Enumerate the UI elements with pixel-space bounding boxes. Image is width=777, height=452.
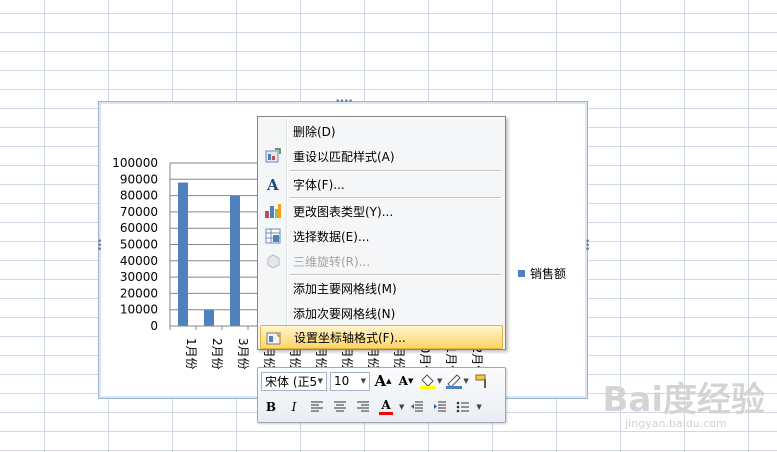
bold-button[interactable]: B: [261, 397, 281, 417]
bar[interactable]: [178, 182, 188, 326]
menu-item-delete[interactable]: 删除(D): [260, 119, 503, 143]
font-icon: A: [261, 174, 285, 194]
chevron-down-icon[interactable]: ▼: [399, 403, 404, 411]
grow-font-button[interactable]: A ▲: [373, 371, 393, 391]
reset-style-icon: [261, 146, 285, 166]
chevron-down-icon: ▼: [317, 377, 323, 385]
chevron-down-icon: ▼: [463, 377, 469, 385]
chevron-down-icon: ▼: [437, 377, 443, 385]
chart-type-icon: [261, 201, 285, 221]
format-axis-icon: [262, 327, 286, 347]
bullets-icon: [457, 401, 470, 413]
align-right-icon: [357, 401, 369, 412]
menu-item-change-chart-type[interactable]: 更改图表类型(Y)...: [260, 199, 503, 223]
chevron-down-icon: ▼: [360, 377, 366, 385]
italic-button[interactable]: I: [284, 397, 304, 417]
grow-arrow-icon: ▲: [386, 377, 392, 385]
context-menu: 删除(D) 重设以匹配样式(A) A 字体(F)... 更改图表类型(Y)...…: [257, 116, 506, 350]
menu-item-add-minor-gridlines[interactable]: 添加次要网格线(N): [260, 301, 503, 325]
y-tick-label: 60000: [120, 221, 158, 235]
y-tick-label: 0: [150, 319, 158, 333]
fill-color-button[interactable]: ▼: [419, 371, 442, 391]
outline-color-button[interactable]: ▼: [445, 371, 469, 391]
y-tick-label: 20000: [120, 286, 158, 300]
shrink-font-button[interactable]: A ▼: [396, 371, 416, 391]
format-painter-button[interactable]: [472, 371, 492, 391]
increase-indent-icon: [434, 401, 447, 412]
mini-toolbar: 宋体 (正5 ▼ 10 ▼ A ▲ A ▼ ▼ ▼ B I A ▼ ▼: [257, 367, 506, 423]
pen-outline-icon: [446, 374, 463, 389]
align-center-button[interactable]: [330, 397, 350, 417]
align-left-button[interactable]: [307, 397, 327, 417]
menu-item-add-major-gridlines[interactable]: 添加主要网格线(M): [260, 276, 503, 300]
y-tick-label: 100000: [112, 156, 158, 170]
menu-item-3d-rotation[interactable]: 三维旋转(R)...: [260, 249, 503, 273]
font-color-button[interactable]: A: [376, 397, 396, 417]
y-tick-label: 30000: [120, 270, 158, 284]
watermark-url: jingyan.baidu.com: [625, 417, 727, 430]
paint-bucket-icon: [420, 374, 436, 389]
bar[interactable]: [230, 195, 240, 326]
menu-item-select-data[interactable]: 选择数据(E)...: [260, 224, 503, 248]
x-tick-label: 2月份: [210, 338, 224, 370]
shrink-arrow-icon: ▼: [407, 377, 414, 385]
watermark-logo: Bai度经验: [602, 380, 765, 420]
increase-indent-button[interactable]: [430, 397, 450, 417]
select-data-icon: [261, 226, 285, 246]
svg-text:A: A: [266, 176, 279, 192]
font-name-combo[interactable]: 宋体 (正5 ▼: [261, 371, 327, 391]
y-tick-label: 10000: [120, 303, 158, 317]
align-left-icon: [311, 401, 323, 412]
legend-label: 销售额: [530, 267, 567, 281]
align-center-icon: [334, 401, 346, 412]
bullets-button[interactable]: [453, 397, 473, 417]
y-tick-label: 80000: [120, 189, 158, 203]
menu-item-format-axis[interactable]: 设置坐标轴格式(F)...: [260, 325, 503, 349]
x-tick-label: 3月份: [236, 338, 250, 370]
align-right-button[interactable]: [353, 397, 373, 417]
legend-swatch: [518, 270, 525, 277]
font-size-combo[interactable]: 10 ▼: [330, 371, 370, 391]
y-tick-label: 40000: [120, 254, 158, 268]
format-painter-icon: [475, 374, 486, 388]
y-tick-label: 90000: [120, 172, 158, 186]
menu-item-reset-style[interactable]: 重设以匹配样式(A): [260, 144, 503, 168]
decrease-indent-button[interactable]: [407, 397, 427, 417]
x-tick-label: 1月份: [184, 338, 198, 370]
chevron-down-icon[interactable]: ▼: [476, 403, 481, 411]
y-tick-label: 70000: [120, 205, 158, 219]
font-color-swatch: [379, 412, 393, 415]
y-tick-label: 50000: [120, 238, 158, 252]
bar[interactable]: [204, 309, 214, 326]
decrease-indent-icon: [411, 401, 424, 412]
chart-legend[interactable]: 销售额: [518, 265, 566, 282]
menu-item-font[interactable]: A 字体(F)...: [260, 172, 503, 196]
3d-rotation-icon: [261, 251, 285, 271]
